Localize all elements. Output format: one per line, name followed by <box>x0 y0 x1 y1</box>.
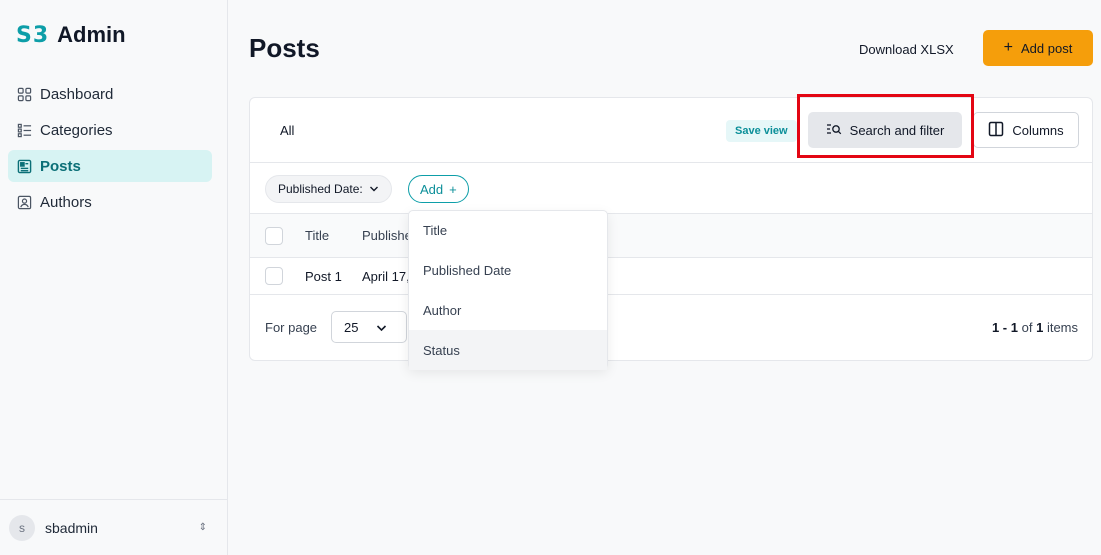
table-footer: For page 25 1 - 1 of 1 items <box>250 295 1092 361</box>
sidebar-item-label: Dashboard <box>40 85 114 103</box>
sidebar-item-label: Posts <box>40 157 81 175</box>
dropdown-item-status[interactable]: Status <box>409 330 607 370</box>
table-row[interactable]: Post 1 April 17, <box>250 258 1092 295</box>
add-filter-dropdown: Title Published Date Author Status <box>408 210 608 370</box>
table-header: Title Publishe <box>250 214 1092 258</box>
sidebar-item-authors[interactable]: Authors <box>8 186 212 218</box>
per-page-label: For page <box>265 320 318 335</box>
published-date-filter-chip[interactable]: Published Date: <box>265 175 392 203</box>
grid-icon <box>16 86 32 102</box>
sidebar-item-posts[interactable]: Posts <box>8 150 212 182</box>
plus-icon: + <box>1003 39 1013 56</box>
cell-title[interactable]: Post 1 <box>305 269 342 284</box>
search-and-filter-label: Search and filter <box>849 122 945 138</box>
logo-mark: S3 <box>16 22 50 48</box>
avatar: s <box>9 514 35 541</box>
pagination-of: of <box>1021 320 1033 335</box>
filter-search-icon <box>826 122 842 139</box>
columns-button[interactable]: Columns <box>973 112 1079 148</box>
pagination-range: 1 - 1 <box>991 320 1018 335</box>
select-all-checkbox[interactable] <box>265 227 283 245</box>
per-page-value: 25 <box>344 319 359 335</box>
list-toolbar: All Save view Search and filter Columns <box>250 98 1092 163</box>
user-menu[interactable]: s sbadmin ⇕ <box>0 499 227 555</box>
chevron-up-down-icon: ⇕ <box>198 522 207 533</box>
sidebar-nav: Dashboard Categories Posts Authors <box>8 78 212 222</box>
column-header-published[interactable]: Publishe <box>362 228 412 243</box>
sidebar-item-categories[interactable]: Categories <box>8 114 212 146</box>
dropdown-item-author[interactable]: Author <box>409 291 607 331</box>
save-view-button[interactable]: Save view <box>726 120 797 142</box>
add-filter-button[interactable]: Add + <box>408 175 469 203</box>
add-post-label: Add post <box>1021 40 1073 56</box>
user-card-icon <box>16 194 32 210</box>
columns-label: Columns <box>1012 122 1064 138</box>
add-filter-label: Add <box>420 181 444 197</box>
column-header-title[interactable]: Title <box>305 228 329 243</box>
filter-row: Published Date: Add + <box>250 163 1092 214</box>
cell-published: April 17, <box>362 269 410 284</box>
pagination-items-label: items <box>1046 320 1078 335</box>
row-checkbox[interactable] <box>265 267 283 285</box>
app-logo[interactable]: S3 Admin <box>16 22 126 48</box>
sidebar: S3 Admin Dashboard Categories Posts Auth… <box>0 0 228 555</box>
logo-text: Admin <box>57 22 126 47</box>
plus-icon: + <box>449 181 457 197</box>
download-xlsx-button[interactable]: Download XLSX <box>850 32 963 66</box>
page-title: Posts <box>249 33 320 63</box>
newspaper-icon <box>16 158 32 174</box>
chevron-down-icon <box>376 320 387 335</box>
pagination-summary: 1 - 1 of 1 items <box>992 320 1078 335</box>
user-name: sbadmin <box>45 519 98 536</box>
search-and-filter-button[interactable]: Search and filter <box>808 112 962 148</box>
tab-all[interactable]: All <box>280 123 294 138</box>
add-post-button[interactable]: + Add post <box>983 30 1093 66</box>
sidebar-item-label: Authors <box>40 193 92 211</box>
per-page-select[interactable]: 25 <box>331 311 407 343</box>
sidebar-item-dashboard[interactable]: Dashboard <box>8 78 212 110</box>
sidebar-item-label: Categories <box>40 121 113 139</box>
columns-icon <box>988 121 1004 140</box>
chevron-down-icon <box>369 182 379 196</box>
dropdown-item-published-date[interactable]: Published Date <box>409 251 607 291</box>
posts-card: All Save view Search and filter Columns … <box>249 97 1093 361</box>
pagination-total: 1 <box>1036 320 1044 335</box>
filter-chip-label: Published Date: <box>278 182 363 196</box>
list-icon <box>16 122 32 138</box>
dropdown-item-title[interactable]: Title <box>409 211 607 251</box>
